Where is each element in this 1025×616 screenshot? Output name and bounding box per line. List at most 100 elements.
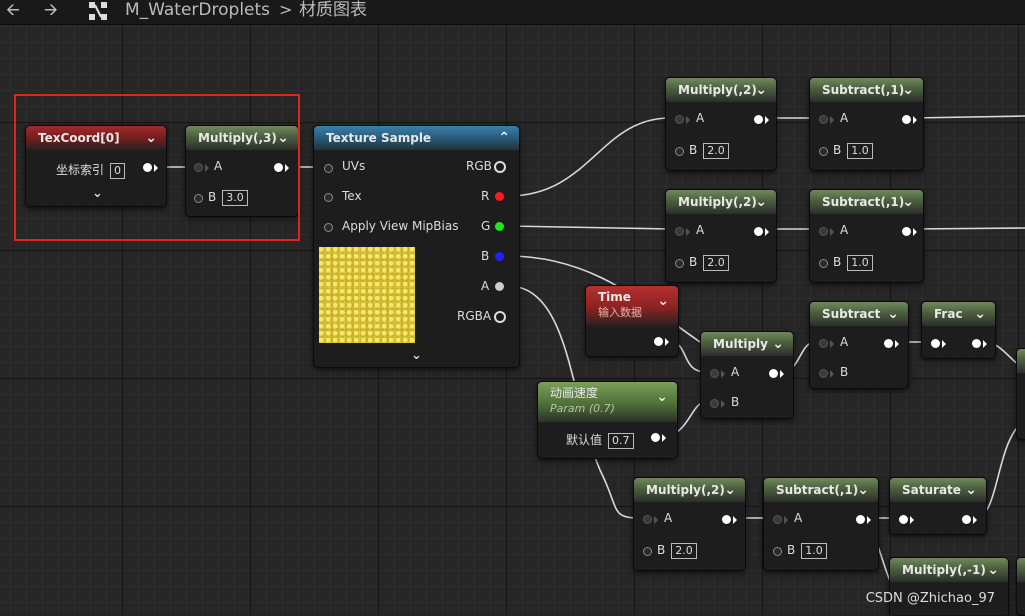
- output-pin[interactable]: [769, 369, 778, 378]
- node-time[interactable]: Time 输入数据 ⌄: [585, 285, 679, 357]
- input-pin-a[interactable]: [675, 227, 684, 236]
- node-subtract[interactable]: Subtract ⌄ A B: [809, 301, 909, 389]
- output-pin[interactable]: [722, 515, 731, 524]
- node-frac[interactable]: Frac ⌄: [921, 301, 996, 359]
- input-pin-uvs[interactable]: [324, 164, 333, 173]
- node-multiply[interactable]: Multiply ⌄ A B: [700, 331, 794, 419]
- node-subtract-1-g[interactable]: Subtract(,1) ⌄ A B 1.0: [809, 189, 924, 283]
- chevron-down-icon[interactable]: ⌄: [887, 302, 899, 326]
- arrow-left-icon[interactable]: 🡨: [6, 0, 20, 24]
- output-pin-a[interactable]: [495, 282, 504, 291]
- output-pin[interactable]: [972, 339, 981, 348]
- input-pin[interactable]: [931, 339, 940, 348]
- node-saturate[interactable]: Saturate ⌄: [889, 477, 987, 535]
- input-pin-mipbias[interactable]: [324, 223, 333, 232]
- node-header[interactable]: Saturate ⌄: [890, 478, 986, 502]
- input-pin-b[interactable]: [819, 147, 828, 156]
- node-subtract-1-r[interactable]: Subtract(,1) ⌄ A B 1.0: [809, 77, 924, 171]
- input-pin-a[interactable]: [710, 369, 719, 378]
- node-multiply-neg1[interactable]: Multiply(,-1) ⌄: [889, 557, 1009, 615]
- chevron-down-icon[interactable]: ⌄: [974, 302, 986, 326]
- input-pin-a[interactable]: [819, 339, 828, 348]
- input-pin-b[interactable]: [773, 547, 782, 556]
- node-subtract-1-a[interactable]: Subtract(,1) ⌄ A B 1.0: [763, 477, 879, 571]
- chevron-down-icon[interactable]: ⌄: [755, 78, 767, 102]
- node-header[interactable]: Time 输入数据 ⌄: [586, 286, 678, 326]
- output-pin[interactable]: [754, 115, 763, 124]
- value-input-b[interactable]: 1.0: [801, 543, 827, 559]
- input-pin-a[interactable]: [819, 115, 828, 124]
- output-pin[interactable]: [654, 337, 663, 346]
- node-multiply-2-g[interactable]: Multiply(,2) ⌄ A B 2.0: [665, 189, 777, 283]
- value-input-b[interactable]: 2.0: [703, 255, 729, 271]
- output-pin-rgba[interactable]: [494, 311, 506, 323]
- chevron-down-icon[interactable]: ⌄: [724, 478, 736, 502]
- node-header[interactable]: 动画速度 Param (0.7) ⌄: [538, 382, 677, 422]
- input-pin-a[interactable]: [675, 115, 684, 124]
- output-pin-rgb[interactable]: [494, 161, 506, 173]
- input-pin-b[interactable]: [710, 399, 719, 408]
- node-header[interactable]: Multiply(,-1) ⌄: [890, 558, 1008, 582]
- input-pin-b[interactable]: [819, 369, 828, 378]
- chevron-down-icon[interactable]: ⌄: [965, 478, 977, 502]
- node-offscreen-right[interactable]: [1016, 348, 1025, 440]
- breadcrumb-asset[interactable]: M_WaterDroplets: [125, 0, 270, 24]
- input-pin-b[interactable]: [675, 147, 684, 156]
- input-pin-a[interactable]: [643, 515, 652, 524]
- value-input-b[interactable]: 2.0: [703, 143, 729, 159]
- output-arrow-icon: [733, 516, 737, 524]
- chevron-down-icon[interactable]: ⌄: [772, 332, 784, 356]
- node-multiply-2-a[interactable]: Multiply(,2) ⌄ A B 2.0: [633, 477, 746, 571]
- input-pin-a[interactable]: [819, 227, 828, 236]
- node-header[interactable]: Subtract(,1) ⌄: [810, 190, 923, 214]
- input-label-b: B: [657, 543, 666, 557]
- chevron-down-icon[interactable]: ⌄: [656, 388, 668, 406]
- expand-chevron-icon[interactable]: ⌄: [411, 348, 422, 363]
- node-header[interactable]: Subtract(,1) ⌄: [810, 78, 923, 102]
- node-header[interactable]: Multiply(,2) ⌄: [634, 478, 745, 502]
- node-header[interactable]: Subtract ⌄: [810, 302, 908, 326]
- node-header[interactable]: Multiply(,2) ⌄: [666, 78, 776, 102]
- output-pin[interactable]: [962, 515, 971, 524]
- input-pin-b[interactable]: [675, 259, 684, 268]
- value-input-b[interactable]: 1.0: [847, 143, 873, 159]
- output-pin-b[interactable]: [495, 252, 504, 261]
- output-pin[interactable]: [856, 515, 865, 524]
- node-header[interactable]: Frac ⌄: [922, 302, 995, 326]
- chevron-down-icon[interactable]: ⌄: [902, 78, 914, 102]
- chevron-down-icon[interactable]: ⌄: [657, 292, 669, 310]
- chevron-down-icon[interactable]: ⌄: [987, 558, 999, 582]
- breadcrumb-section[interactable]: 材质图表: [299, 0, 367, 24]
- output-pin[interactable]: [884, 339, 893, 348]
- node-header[interactable]: Multiply(,2) ⌄: [666, 190, 776, 214]
- output-pin[interactable]: [902, 115, 911, 124]
- node-header[interactable]: Multiply ⌄: [701, 332, 793, 356]
- chevron-down-icon[interactable]: ⌄: [902, 190, 914, 214]
- chevron-up-icon[interactable]: ⌃: [498, 126, 510, 150]
- node-header[interactable]: Subtract(,1) ⌄: [764, 478, 878, 502]
- arrow-right-icon[interactable]: 🡪: [44, 0, 58, 24]
- output-pin[interactable]: [651, 433, 660, 442]
- input-pin-b[interactable]: [643, 547, 652, 556]
- node-header[interactable]: Texture Sample ⌃: [314, 126, 519, 150]
- value-input-b[interactable]: 1.0: [847, 255, 873, 271]
- input-pin-b[interactable]: [819, 259, 828, 268]
- node-multiply-2-r[interactable]: Multiply(,2) ⌄ A B 2.0: [665, 77, 777, 171]
- value-input-b[interactable]: 2.0: [671, 543, 697, 559]
- input-pin-tex[interactable]: [324, 193, 333, 202]
- node-param-animation-speed[interactable]: 动画速度 Param (0.7) ⌄ 默认值 0.7: [537, 381, 678, 459]
- node-header[interactable]: [1017, 349, 1025, 373]
- input-pin[interactable]: [899, 515, 908, 524]
- output-pin[interactable]: [754, 227, 763, 236]
- chevron-down-icon[interactable]: ⌄: [857, 478, 869, 502]
- input-pin-a[interactable]: [773, 515, 782, 524]
- input-label-a: A: [696, 111, 705, 125]
- node-texture-sample[interactable]: Texture Sample ⌃ UVs Tex Apply View MipBi…: [313, 125, 520, 368]
- output-pin-g[interactable]: [495, 222, 504, 231]
- chevron-down-icon[interactable]: ⌄: [755, 190, 767, 214]
- node-offscreen-right-bottom[interactable]: [1016, 557, 1025, 616]
- node-header[interactable]: [1017, 558, 1025, 582]
- default-value-input[interactable]: 0.7: [608, 433, 634, 449]
- output-pin-r[interactable]: [495, 192, 504, 201]
- output-pin[interactable]: [902, 227, 911, 236]
